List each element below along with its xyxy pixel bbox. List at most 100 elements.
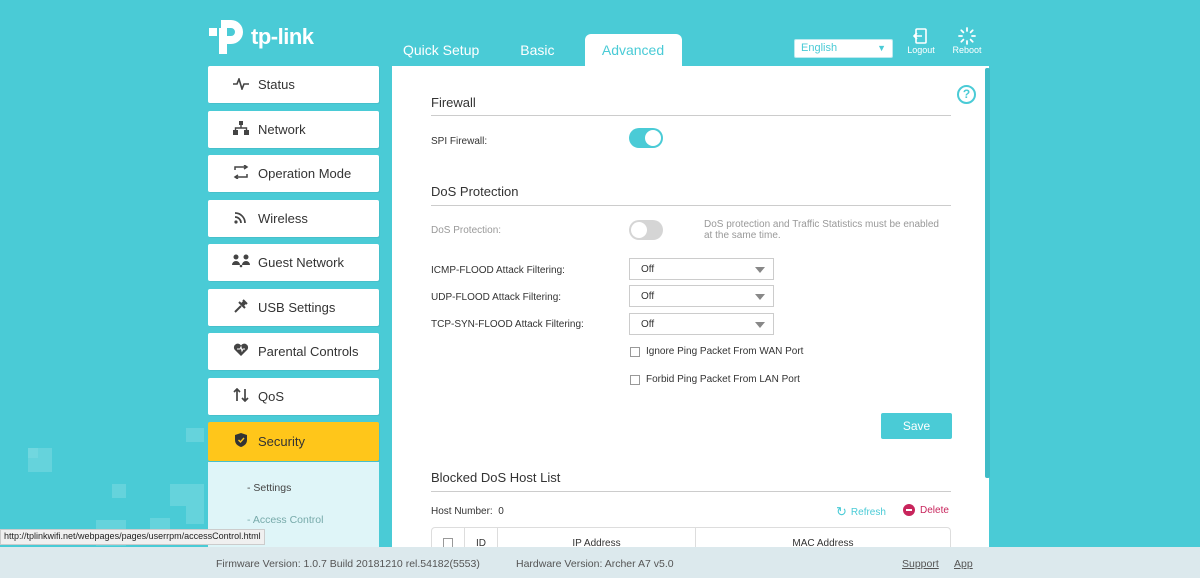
logo-text: tp-link	[251, 24, 314, 49]
select-all-column	[432, 528, 465, 548]
dos-protection-label: DoS Protection:	[431, 225, 502, 236]
support-link[interactable]: Support	[902, 558, 939, 570]
delete-label: Delete	[920, 504, 949, 516]
firmware-version: Firmware Version: 1.0.7 Build 20181210 r…	[216, 558, 480, 570]
tcp-syn-flood-select[interactable]: Off	[629, 313, 774, 335]
udp-flood-select[interactable]: Off	[629, 285, 774, 307]
tab-quick-setup[interactable]: Quick Setup	[390, 34, 492, 66]
sidebar-item-label: Network	[258, 121, 306, 137]
logout-button[interactable]: Logout	[901, 27, 941, 55]
checkbox-box	[630, 374, 640, 385]
dropdown-arrow-icon	[755, 322, 765, 328]
language-value: English	[801, 42, 838, 54]
firewall-title: Firewall	[431, 95, 476, 110]
sidebar-item-guest-network[interactable]: Guest Network	[208, 244, 379, 281]
delete-button[interactable]: Delete	[903, 504, 949, 516]
background-decoration	[112, 484, 126, 498]
tp-link-logo: tp-link	[207, 18, 314, 56]
tab-basic[interactable]: Basic	[507, 34, 567, 66]
host-number: Host Number: 0	[431, 506, 504, 517]
network-icon	[228, 120, 254, 138]
reboot-icon	[947, 27, 987, 45]
mode-switch-icon	[228, 164, 254, 182]
subnav-item-settings[interactable]: - Settings	[247, 482, 379, 514]
top-tabs: Quick Setup Basic Advanced	[390, 34, 682, 66]
dos-protection-toggle[interactable]	[629, 220, 663, 240]
usb-icon	[228, 298, 254, 317]
guest-icon	[228, 254, 254, 271]
tcp-syn-flood-label: TCP-SYN-FLOOD Attack Filtering:	[431, 319, 584, 330]
heart-icon	[228, 343, 254, 360]
reboot-button[interactable]: Reboot	[947, 27, 987, 55]
forbid-ping-lan-checkbox[interactable]: Forbid Ping Packet From LAN Port	[630, 374, 800, 385]
column-header-mac: MAC Address	[792, 538, 854, 549]
background-decoration	[186, 428, 204, 442]
sidebar-item-wireless[interactable]: Wireless	[208, 199, 379, 237]
background-decoration	[170, 484, 204, 506]
dos-note: DoS protection and Traffic Statistics mu…	[704, 219, 939, 241]
sidebar-item-status[interactable]: Status	[208, 66, 379, 103]
divider	[431, 491, 951, 492]
logout-icon	[901, 27, 941, 45]
background-decoration	[28, 448, 38, 458]
hardware-version: Hardware Version: Archer A7 v5.0	[516, 558, 674, 570]
tcp-syn-flood-value: Off	[641, 319, 655, 330]
column-header-id: ID	[465, 528, 498, 549]
chevron-down-icon: ▼	[877, 43, 886, 53]
refresh-label: Refresh	[850, 506, 886, 518]
sidebar-item-parental-controls[interactable]: Parental Controls	[208, 333, 379, 370]
tp-link-logo-mark-icon	[207, 18, 245, 56]
delete-icon	[903, 504, 915, 516]
forbid-ping-lan-label: Forbid Ping Packet From LAN Port	[646, 374, 800, 385]
help-icon[interactable]: ?	[957, 85, 976, 104]
sidebar-item-operation-mode[interactable]: Operation Mode	[208, 155, 379, 192]
ignore-ping-wan-label: Ignore Ping Packet From WAN Port	[646, 346, 804, 357]
sidebar-item-label: Guest Network	[258, 255, 344, 270]
blocked-host-table: ID IP Address MAC Address	[431, 527, 951, 549]
sidebar-item-label: QoS	[258, 388, 285, 404]
sidebar-item-security[interactable]: Security	[208, 422, 379, 461]
app-link[interactable]: App	[954, 558, 973, 570]
sidebar-item-label: USB Settings	[258, 299, 336, 315]
toggle-knob	[645, 130, 661, 146]
background-decoration	[186, 506, 204, 524]
host-number-value: 0	[498, 506, 504, 517]
sidebar-item-label: Status	[258, 77, 295, 92]
tab-advanced[interactable]: Advanced	[584, 34, 682, 66]
language-select[interactable]: English ▼	[794, 39, 893, 58]
sidebar-item-label: Wireless	[258, 210, 308, 226]
udp-flood-label: UDP-FLOOD Attack Filtering:	[431, 292, 562, 303]
refresh-button[interactable]: ↻ Refresh	[836, 504, 886, 520]
wireless-icon	[228, 210, 254, 227]
host-number-label: Host Number:	[431, 506, 493, 517]
sidebar-item-network[interactable]: Network	[208, 110, 379, 148]
footer: Firmware Version: 1.0.7 Build 20181210 r…	[0, 547, 1200, 578]
logout-label: Logout	[907, 45, 935, 55]
divider	[431, 115, 951, 116]
checkbox-box	[630, 346, 640, 357]
blocked-dos-host-list-title: Blocked DoS Host List	[431, 470, 561, 485]
dos-protection-title: DoS Protection	[431, 184, 519, 199]
icmp-flood-value: Off	[641, 264, 655, 275]
icmp-flood-select[interactable]: Off	[629, 258, 774, 280]
sidebar-item-qos[interactable]: QoS	[208, 377, 379, 415]
icmp-flood-label: ICMP-FLOOD Attack Filtering:	[431, 265, 565, 276]
toggle-knob	[631, 222, 647, 238]
pulse-icon	[228, 76, 254, 93]
ignore-ping-wan-checkbox[interactable]: Ignore Ping Packet From WAN Port	[630, 346, 803, 357]
subnav-item-access-control[interactable]: - Access Control	[247, 514, 379, 546]
sidebar-item-label: Operation Mode	[258, 166, 352, 181]
reboot-label: Reboot	[952, 45, 982, 55]
sidebar-item-usb-settings[interactable]: USB Settings	[208, 288, 379, 326]
sidebar-item-label: Security	[258, 434, 305, 449]
shield-icon	[228, 432, 254, 451]
dropdown-arrow-icon	[755, 294, 765, 300]
save-button[interactable]: Save	[881, 413, 952, 439]
sidebar: Status Network Operation Mode Wireless G…	[208, 66, 379, 562]
dropdown-arrow-icon	[755, 267, 765, 273]
scrollbar[interactable]	[985, 68, 990, 478]
divider	[431, 205, 951, 206]
column-header-ip: IP Address	[498, 528, 696, 549]
spi-firewall-toggle[interactable]	[629, 128, 663, 148]
qos-arrows-icon	[228, 387, 254, 405]
